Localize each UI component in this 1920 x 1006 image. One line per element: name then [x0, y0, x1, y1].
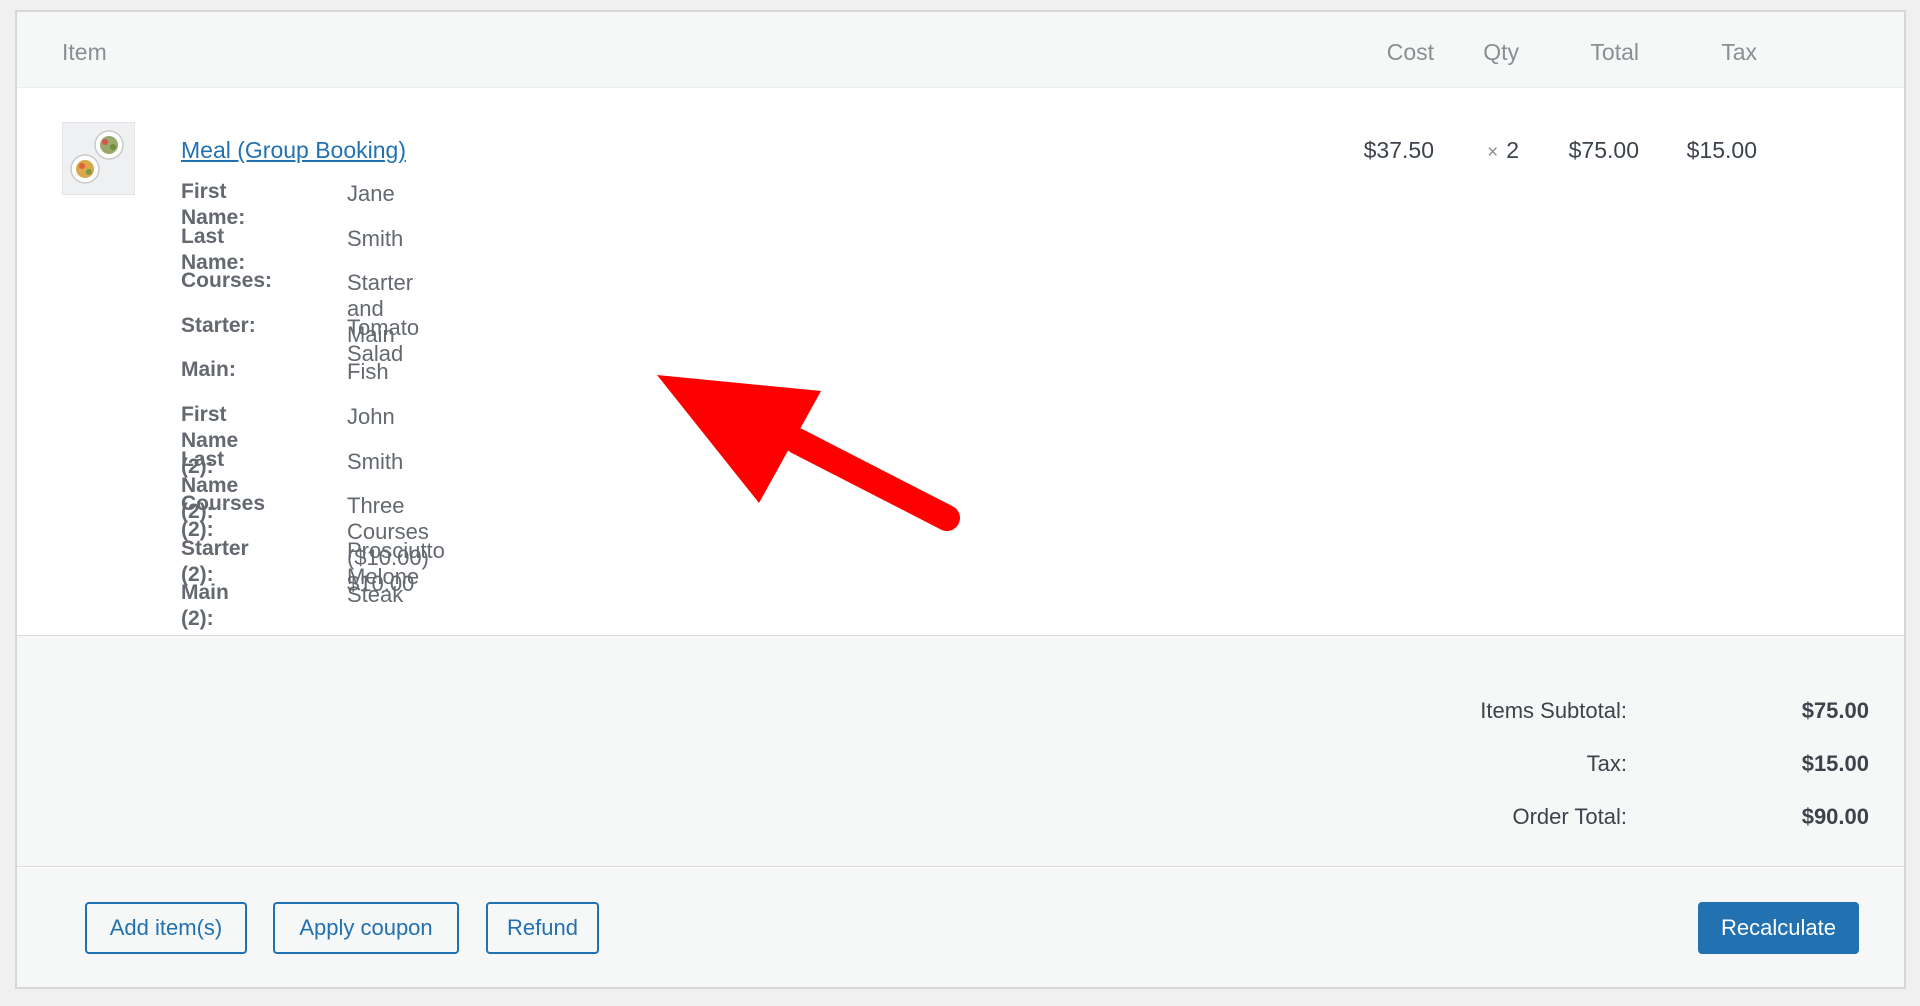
order-items-panel: Item Cost Qty Total Tax Meal (Group Book…: [15, 10, 1906, 989]
meta-value: Jane: [347, 181, 395, 206]
item-qty: × 2: [1457, 137, 1519, 166]
column-header-total[interactable]: Total: [1537, 39, 1639, 65]
meta-value: Fish: [347, 359, 389, 385]
order-total-value: $90.00: [1801, 804, 1869, 829]
item-qty-value: 2: [1506, 137, 1519, 163]
meta-key: Starter:: [181, 313, 256, 337]
red-arrow-icon: [657, 375, 960, 531]
column-header-item[interactable]: Item: [62, 39, 107, 65]
recalculate-button[interactable]: Recalculate: [1698, 902, 1859, 954]
totals-row-order-total: Order Total: $90.00: [17, 802, 1904, 832]
item-cost: $37.50: [1363, 137, 1434, 163]
meta-key: Main (2):: [181, 581, 229, 631]
column-header-cost[interactable]: Cost: [1337, 39, 1434, 65]
meta-value: John: [347, 403, 395, 429]
totals-row-subtotal: Items Subtotal: $75.00: [17, 696, 1904, 726]
column-header-qty[interactable]: Qty: [1447, 39, 1519, 65]
meta-key: Courses:: [181, 269, 273, 293]
meal-plates-thumbnail-icon[interactable]: [62, 122, 135, 195]
tax-label: Tax:: [1586, 751, 1627, 776]
times-icon: ×: [1487, 142, 1499, 163]
meta-value: Steak: [347, 582, 404, 608]
column-header-tax[interactable]: Tax: [1657, 39, 1757, 65]
apply-coupon-button[interactable]: Apply coupon: [273, 902, 459, 954]
items-subtotal-value: $75.00: [1801, 698, 1869, 723]
meta-key: Main:: [181, 358, 236, 382]
totals-row-tax: Tax: $15.00: [17, 749, 1904, 779]
order-total-label: Order Total:: [1512, 804, 1627, 829]
items-subtotal-label: Items Subtotal:: [1480, 698, 1627, 723]
product-name-link[interactable]: Meal (Group Booking): [181, 136, 406, 164]
tax-value: $15.00: [1801, 751, 1869, 776]
meta-value: Smith: [347, 448, 404, 474]
add-items-button[interactable]: Add item(s): [85, 902, 247, 954]
item-tax: $15.00: [1686, 137, 1757, 163]
table-header: Item Cost Qty Total Tax: [17, 12, 1904, 88]
order-actions-bar: Add item(s) Apply coupon Refund Recalcul…: [17, 868, 1904, 987]
item-total: $75.00: [1568, 137, 1639, 163]
refund-button[interactable]: Refund: [486, 902, 599, 954]
meta-value: Smith: [347, 225, 404, 251]
product-image-svg: [70, 130, 124, 184]
order-totals: Items Subtotal: $75.00 Tax: $15.00 Order…: [17, 635, 1904, 867]
